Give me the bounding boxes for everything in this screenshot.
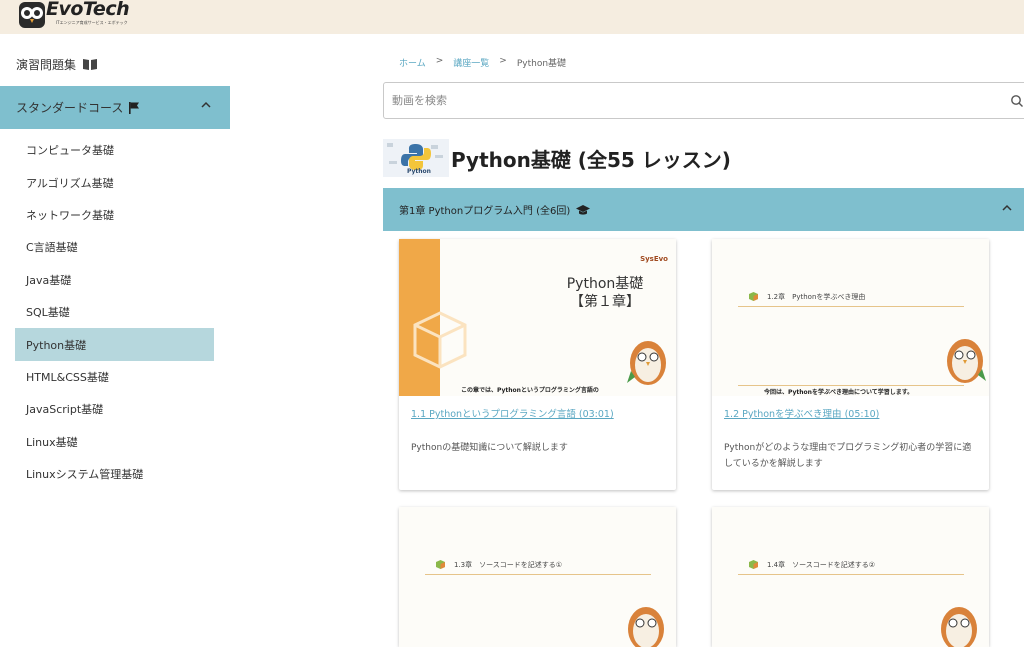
thumbnail-underline [425, 574, 651, 575]
lesson-card[interactable]: 1.2章 Pythonを学ぶべき理由 今回は、Pythonを学ぶべき理由について… [712, 239, 989, 490]
breadcrumb-courses[interactable]: 講座一覧 [453, 56, 489, 69]
thumbnail-underline [738, 385, 964, 386]
search-box [383, 82, 1024, 119]
search-input[interactable] [384, 83, 984, 118]
breadcrumb-home[interactable]: ホーム [399, 56, 426, 69]
lesson-card[interactable]: SysEvo Python基礎 【第１章】 この章では、Pythonというプログ… [399, 239, 676, 490]
course-thumbnail-label: Python [407, 168, 431, 175]
lesson-card[interactable]: 1.3章 ソースコードを記述する① [399, 507, 676, 647]
owl-mascot-icon [941, 607, 977, 647]
sidebar-item-label: ネットワーク基礎 [26, 208, 114, 222]
main-content: ホーム > 講座一覧 > Python基礎 Python Python基礎 (全… [383, 34, 1024, 647]
chapter-label: 第1章 Pythonプログラム入門 (全6回) [399, 206, 571, 217]
search-icon[interactable] [1010, 94, 1024, 108]
sidebar-section-label: スタンダードコース [16, 101, 124, 115]
thumbnail-underline [738, 574, 964, 575]
cube-icon [749, 560, 758, 569]
lesson-thumbnail[interactable]: 1.4章 ソースコードを記述する② [712, 507, 989, 647]
page-title: Python基礎 (全55 レッスン) [451, 147, 731, 172]
thumbnail-title: Python基礎 【第１章】 [525, 275, 676, 311]
thumbnail-heading: 1.4章 ソースコードを記述する② [748, 559, 875, 570]
thumbnail-heading-text: 1.4章 ソースコードを記述する② [767, 560, 876, 569]
breadcrumb: ホーム > 講座一覧 > Python基礎 [399, 56, 566, 69]
breadcrumb-current: Python基礎 [516, 59, 567, 69]
sidebar-item-label: アルゴリズム基礎 [26, 176, 114, 190]
sidebar-item-label: Python基礎 [26, 338, 87, 352]
sidebar-section-standard-course[interactable]: スタンダードコース [0, 86, 230, 129]
sidebar-item-label: Java基礎 [26, 273, 72, 287]
sidebar: 演習問題集 スタンダードコース コンピュータ基礎 アルゴリズム基礎 ネットワーク… [0, 34, 230, 636]
sidebar-item-label: 演習問題集 [16, 58, 77, 72]
chevron-up-icon[interactable] [1001, 202, 1013, 214]
thumbnail-title-text: Python基礎 【第１章】 [566, 276, 644, 310]
sidebar-item-java-basics[interactable]: Java基礎 [15, 264, 214, 296]
sidebar-item-exercises[interactable]: 演習問題集 [16, 56, 98, 73]
sidebar-item-python-basics[interactable]: Python基礎 [15, 328, 214, 361]
cube-icon [436, 560, 445, 569]
sidebar-item-html-css-basics[interactable]: HTML&CSS基礎 [15, 361, 214, 393]
thumbnail-caption: 今回は、Pythonを学ぶべき理由について学習します。 [764, 389, 914, 396]
book-icon [83, 59, 98, 70]
owl-mascot-icon [947, 339, 986, 383]
sidebar-item-c-basics[interactable]: C言語基礎 [15, 231, 214, 263]
sidebar-item-network-basics[interactable]: ネットワーク基礎 [15, 199, 214, 231]
thumbnail-heading: 1.2章 Pythonを学ぶべき理由 [748, 291, 865, 302]
lesson-card[interactable]: 1.4章 ソースコードを記述する② [712, 507, 989, 647]
course-title-row: Python Python基礎 (全55 レッスン) [383, 138, 731, 178]
owl-mascot-icon [627, 341, 666, 385]
thumbnail-heading: 1.3章 ソースコードを記述する① [435, 559, 562, 570]
sidebar-item-label: SQL基礎 [26, 306, 70, 320]
owl-mascot-icon [628, 607, 664, 647]
sidebar-item-label: Linux基礎 [26, 435, 78, 449]
cube-graphic-icon [413, 311, 467, 369]
lesson-link[interactable]: 1.2 Pythonを学ぶべき理由 (05:10) [712, 396, 989, 420]
flag-icon [129, 101, 140, 114]
sidebar-item-javascript-basics[interactable]: JavaScript基礎 [15, 393, 214, 425]
chevron-up-icon[interactable] [200, 99, 212, 111]
sysevo-brand: SysEvo [640, 255, 668, 263]
lesson-thumbnail[interactable]: 1.3章 ソースコードを記述する① [399, 507, 676, 647]
thumbnail-underline [738, 306, 964, 307]
logo-subtext: ITエンジニア育成サービス・エボテック [56, 20, 128, 25]
graduation-cap-icon [576, 204, 591, 215]
owl-logo-icon [19, 2, 45, 28]
thumbnail-heading-text: 1.3章 ソースコードを記述する① [454, 560, 563, 569]
thumbnail-caption: この章では、Pythonというプログラミング言語の [461, 387, 599, 394]
chapter-header[interactable]: 第1章 Pythonプログラム入門 (全6回) [383, 188, 1024, 231]
sidebar-item-label: コンピュータ基礎 [26, 144, 114, 158]
lesson-description: Pythonの基礎知識について解説します [411, 443, 568, 453]
sidebar-item-algorithm-basics[interactable]: アルゴリズム基礎 [15, 166, 214, 198]
lesson-thumbnail[interactable]: SysEvo Python基礎 【第１章】 この章では、Pythonというプログ… [399, 239, 676, 396]
lesson-thumbnail[interactable]: 1.2章 Pythonを学ぶべき理由 今回は、Pythonを学ぶべき理由について… [712, 239, 989, 396]
sidebar-item-label: Linuxシステム管理基礎 [26, 468, 144, 482]
lesson-description: Pythonがどのような理由でプログラミング初心者の学習に適しているかを解説しま… [724, 443, 972, 469]
sidebar-item-linux-admin-basics[interactable]: Linuxシステム管理基礎 [15, 458, 214, 490]
cube-icon [749, 292, 758, 301]
sidebar-item-label: HTML&CSS基礎 [26, 370, 109, 384]
breadcrumb-separator: > [499, 56, 507, 66]
sidebar-item-linux-basics[interactable]: Linux基礎 [15, 426, 214, 458]
course-thumbnail: Python [383, 139, 449, 177]
header: EvoTech ITエンジニア育成サービス・エボテック [0, 0, 1024, 34]
breadcrumb-separator: > [435, 56, 444, 66]
course-list: コンピュータ基礎 アルゴリズム基礎 ネットワーク基礎 C言語基礎 Java基礎 … [15, 134, 214, 490]
lesson-link[interactable]: 1.1 Pythonというプログラミング言語 (03:01) [399, 396, 676, 420]
logo-text: EvoTech [46, 0, 130, 20]
sidebar-item-sql-basics[interactable]: SQL基礎 [15, 296, 214, 328]
sidebar-item-computer-basics[interactable]: コンピュータ基礎 [15, 134, 214, 166]
thumbnail-heading-text: 1.2章 Pythonを学ぶべき理由 [767, 292, 866, 301]
sidebar-item-label: JavaScript基礎 [26, 403, 104, 417]
sidebar-item-label: C言語基礎 [26, 241, 78, 255]
